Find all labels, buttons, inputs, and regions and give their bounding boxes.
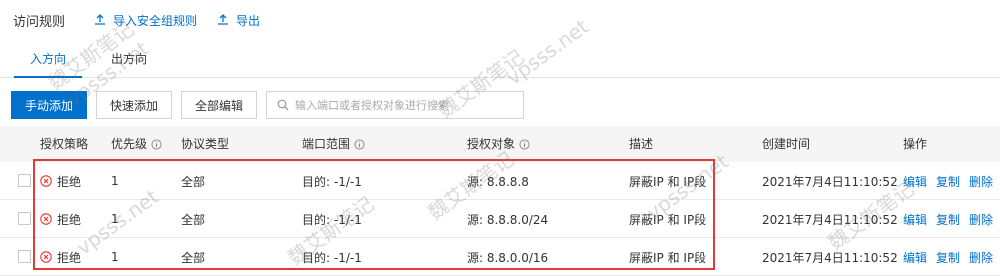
target-cell: 源: 8.8.8.0/24 (467, 212, 549, 227)
col-created-label: 创建时间 (762, 137, 811, 151)
x-circle-icon (40, 251, 52, 263)
port-cell: 目的: -1/-1 (302, 174, 362, 189)
description-cell: 屏蔽IP 和 IP段 (629, 174, 707, 189)
table-row: 拒绝 1 全部 目的: -1/-1 源: 8.8.8.8 屏蔽IP 和 IP段 … (0, 162, 1000, 200)
col-priority-label: 优先级 (111, 137, 148, 151)
tab-outbound[interactable]: 出方向 (98, 42, 160, 78)
add-quick-button[interactable]: 快速添加 (96, 91, 173, 119)
import-rules-label: 导入安全组规则 (113, 13, 198, 28)
policy-value: 拒绝 (57, 250, 82, 265)
row-checkbox[interactable] (18, 212, 31, 225)
port-cell: 目的: -1/-1 (302, 250, 362, 265)
toolbar: 手动添加 快速添加 全部编辑 (11, 90, 525, 120)
col-port-label: 端口范围 (302, 137, 351, 151)
table-row: 拒绝 1 全部 目的: -1/-1 源: 8.8.0.0/16 屏蔽IP 和 I… (0, 238, 1000, 276)
port-cell: 目的: -1/-1 (302, 212, 362, 227)
edit-all-button[interactable]: 全部编辑 (181, 91, 258, 119)
actions-cell: 编辑 复制 删除 (903, 162, 1000, 200)
target-cell: 源: 8.8.8.8 (467, 174, 529, 189)
col-policy: 授权策略 (40, 126, 88, 162)
col-description: 描述 (629, 126, 653, 162)
copy-link[interactable]: 复制 (936, 249, 960, 266)
direction-tabs: 入方向 出方向 (0, 42, 1000, 78)
copy-link[interactable]: 复制 (936, 211, 960, 228)
upload-icon (218, 14, 229, 25)
policy-value: 拒绝 (57, 174, 82, 189)
priority-cell: 1 (111, 212, 119, 226)
search-icon (277, 99, 289, 111)
created-cell: 2021年7月4日11:10:52 (762, 212, 898, 227)
x-circle-icon (40, 213, 52, 225)
protocol-cell: 全部 (181, 250, 206, 265)
upload-icon (95, 14, 106, 25)
policy-cell: 拒绝 (40, 162, 81, 200)
edit-link[interactable]: 编辑 (903, 249, 927, 266)
header-bar: 访问规则 导入安全组规则 导出 (0, 8, 260, 32)
description-cell: 屏蔽IP 和 IP段 (629, 212, 707, 227)
protocol-cell: 全部 (181, 212, 206, 227)
import-rules-link[interactable]: 导入安全组规则 (94, 12, 197, 29)
info-circle-icon[interactable] (151, 138, 162, 150)
row-checkbox[interactable] (18, 250, 31, 263)
col-description-label: 描述 (629, 137, 654, 151)
col-priority: 优先级 (111, 126, 162, 162)
table-header: 授权策略 优先级 协议类型 端口范围 授权对象 描述 创建时间 操作 (0, 126, 1000, 162)
actions-cell: 编辑 复制 删除 (903, 238, 1000, 276)
info-circle-icon[interactable] (519, 138, 530, 150)
copy-link[interactable]: 复制 (936, 173, 960, 190)
info-circle-icon[interactable] (354, 138, 365, 150)
col-protocol-label: 协议类型 (181, 137, 230, 151)
search-box[interactable] (266, 91, 525, 119)
x-circle-icon (40, 175, 52, 187)
description-cell: 屏蔽IP 和 IP段 (629, 250, 707, 265)
protocol-cell: 全部 (181, 174, 206, 189)
col-target-label: 授权对象 (467, 137, 516, 151)
priority-cell: 1 (111, 250, 119, 264)
table-row: 拒绝 1 全部 目的: -1/-1 源: 8.8.8.0/24 屏蔽IP 和 I… (0, 200, 1000, 238)
target-cell: 源: 8.8.0.0/16 (467, 250, 549, 265)
edit-link[interactable]: 编辑 (903, 211, 927, 228)
priority-cell: 1 (111, 174, 119, 188)
col-created: 创建时间 (762, 126, 810, 162)
col-actions: 操作 (903, 126, 927, 162)
col-policy-label: 授权策略 (40, 137, 89, 151)
edit-link[interactable]: 编辑 (903, 173, 927, 190)
tab-inbound[interactable]: 入方向 (14, 42, 82, 78)
actions-cell: 编辑 复制 删除 (903, 200, 1000, 238)
add-manual-button[interactable]: 手动添加 (11, 91, 88, 119)
rules-table: 授权策略 优先级 协议类型 端口范围 授权对象 描述 创建时间 操作 拒绝 1 … (0, 126, 1000, 276)
export-label: 导出 (236, 13, 261, 28)
page-title: 访问规则 (13, 14, 66, 30)
delete-link[interactable]: 删除 (969, 211, 993, 228)
policy-cell: 拒绝 (40, 238, 81, 276)
row-checkbox[interactable] (18, 174, 31, 187)
delete-link[interactable]: 删除 (969, 173, 993, 190)
col-target: 授权对象 (467, 126, 530, 162)
policy-cell: 拒绝 (40, 200, 81, 238)
created-cell: 2021年7月4日11:10:52 (762, 250, 898, 265)
col-protocol: 协议类型 (181, 126, 229, 162)
created-cell: 2021年7月4日11:10:52 (762, 174, 898, 189)
policy-value: 拒绝 (57, 212, 82, 227)
col-port: 端口范围 (302, 126, 365, 162)
delete-link[interactable]: 删除 (969, 249, 993, 266)
search-input[interactable] (295, 98, 516, 112)
col-actions-label: 操作 (903, 137, 928, 151)
export-link[interactable]: 导出 (217, 12, 260, 29)
